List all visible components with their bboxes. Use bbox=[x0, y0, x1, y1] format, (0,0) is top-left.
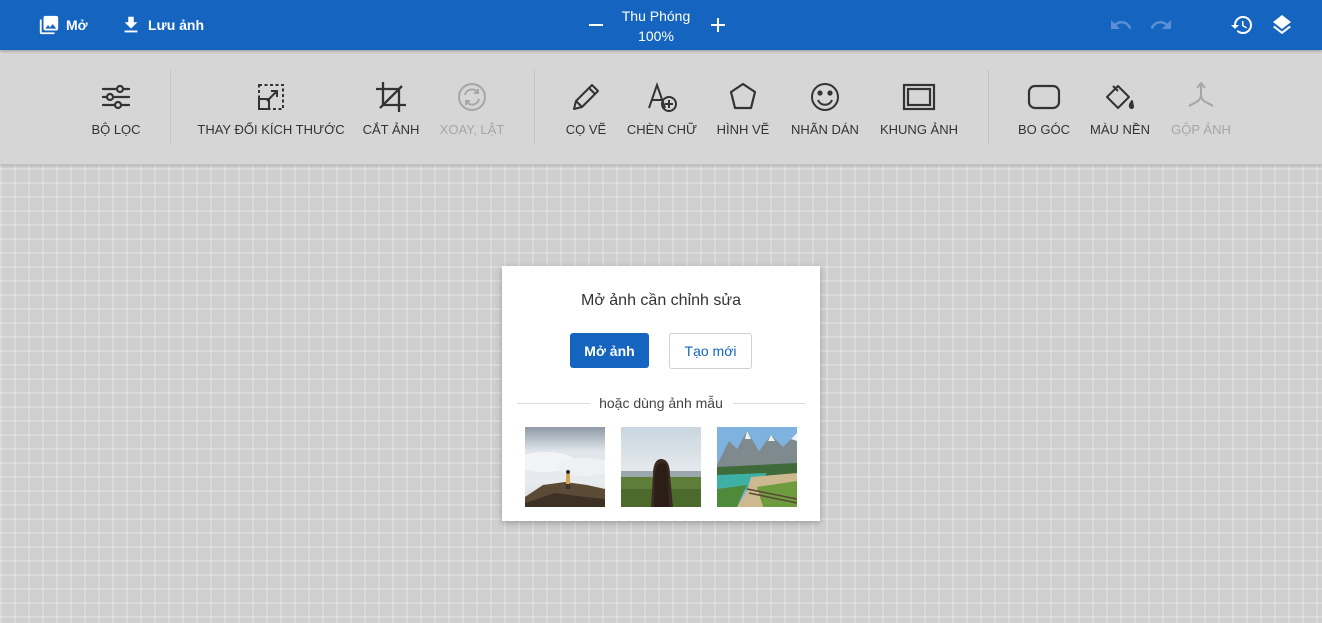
tool-label: MÀU NỀN bbox=[1090, 122, 1150, 137]
open-image-button[interactable]: Mở ảnh bbox=[570, 333, 649, 368]
rotate-icon bbox=[455, 80, 489, 114]
dialog-title: Mở ảnh cần chỉnh sửa bbox=[581, 292, 741, 309]
tool-sticker[interactable]: NHÃN DÁN bbox=[784, 50, 866, 164]
zoom-out-icon[interactable] bbox=[584, 13, 608, 37]
sample-image-fog[interactable] bbox=[525, 427, 605, 507]
tool-label: CẮT ẢNH bbox=[362, 122, 420, 137]
tool-resize[interactable]: THAY ĐỔI KÍCH THƯỚC bbox=[196, 50, 346, 164]
sliders-icon bbox=[99, 80, 133, 114]
sample-image-lake[interactable] bbox=[717, 427, 797, 507]
image-icon bbox=[38, 14, 60, 36]
resize-icon bbox=[254, 80, 288, 114]
toolbar-divider bbox=[988, 70, 989, 144]
toolbar-divider bbox=[534, 70, 535, 144]
tool-label: BO GÓC bbox=[1017, 122, 1070, 137]
open-button-label: Mở bbox=[66, 17, 88, 33]
zoom-control: Thu Phóng 100% bbox=[580, 0, 740, 50]
tool-label: NHÃN DÁN bbox=[791, 122, 859, 137]
tool-shape[interactable]: HÌNH VẼ bbox=[708, 50, 778, 164]
sample-image-girl[interactable] bbox=[621, 427, 701, 507]
tool-label: CỌ VẼ bbox=[565, 122, 607, 137]
save-image-button[interactable]: Lưu ảnh bbox=[120, 0, 204, 50]
shape-icon bbox=[726, 80, 760, 114]
zoom-readout: Thu Phóng 100% bbox=[610, 6, 702, 46]
toolbar-divider bbox=[170, 70, 171, 144]
tool-label: HÌNH VẼ bbox=[716, 122, 770, 137]
layers-icon[interactable] bbox=[1270, 13, 1294, 37]
smiley-icon bbox=[808, 80, 842, 114]
redo-icon[interactable] bbox=[1149, 13, 1173, 37]
zoom-label: Thu Phóng bbox=[621, 8, 691, 24]
zoom-in-icon[interactable] bbox=[706, 13, 730, 37]
tool-frame[interactable]: KHUNG ẢNH bbox=[874, 50, 964, 164]
tool-label: THAY ĐỔI KÍCH THƯỚC bbox=[197, 122, 345, 137]
pencil-icon bbox=[569, 80, 603, 114]
tool-label: XOAY, LẬT bbox=[439, 122, 505, 137]
tool-label: BỘ LỌC bbox=[91, 122, 141, 137]
tool-filter[interactable]: BỘ LỌC bbox=[76, 50, 156, 164]
tool-toolbar: BỘ LỌC THAY ĐỔI KÍCH THƯỚC CẮT ẢNH XOAY,… bbox=[0, 50, 1322, 165]
tool-label: CHÈN CHỮ bbox=[626, 122, 698, 137]
tool-brush[interactable]: CỌ VẼ bbox=[556, 50, 616, 164]
tool-rounded-corner[interactable]: BO GÓC bbox=[1012, 50, 1076, 164]
tool-merge[interactable]: GỘP ẢNH bbox=[1164, 50, 1238, 164]
paint-bucket-icon bbox=[1103, 80, 1137, 114]
tool-add-text[interactable]: CHÈN CHỮ bbox=[622, 50, 702, 164]
rounded-corner-icon bbox=[1027, 80, 1061, 114]
tool-rotate[interactable]: XOAY, LẬT bbox=[436, 50, 508, 164]
frame-icon bbox=[902, 80, 936, 114]
tool-crop[interactable]: CẮT ẢNH bbox=[354, 50, 428, 164]
sample-images-caption: hoặc dùng ảnh mẫu bbox=[599, 395, 723, 411]
zoom-value: 100% bbox=[638, 28, 674, 44]
top-navbar: Mở Lưu ảnh Thu Phóng 100% bbox=[0, 0, 1322, 50]
open-button[interactable]: Mở bbox=[38, 0, 88, 50]
tool-label: GỘP ẢNH bbox=[1171, 122, 1231, 137]
add-text-icon bbox=[645, 80, 679, 114]
crop-icon bbox=[374, 80, 408, 114]
undo-icon[interactable] bbox=[1109, 13, 1133, 37]
merge-icon bbox=[1184, 80, 1218, 114]
tool-label: KHUNG ẢNH bbox=[879, 122, 958, 137]
history-icon[interactable] bbox=[1230, 13, 1254, 37]
tool-background-color[interactable]: MÀU NỀN bbox=[1084, 50, 1156, 164]
save-image-label: Lưu ảnh bbox=[148, 17, 205, 33]
create-new-button[interactable]: Tạo mới bbox=[669, 333, 752, 369]
open-image-dialog: Mở ảnh cần chỉnh sửa Mở ảnh Tạo mới hoặc… bbox=[502, 266, 820, 521]
download-icon bbox=[120, 14, 142, 36]
